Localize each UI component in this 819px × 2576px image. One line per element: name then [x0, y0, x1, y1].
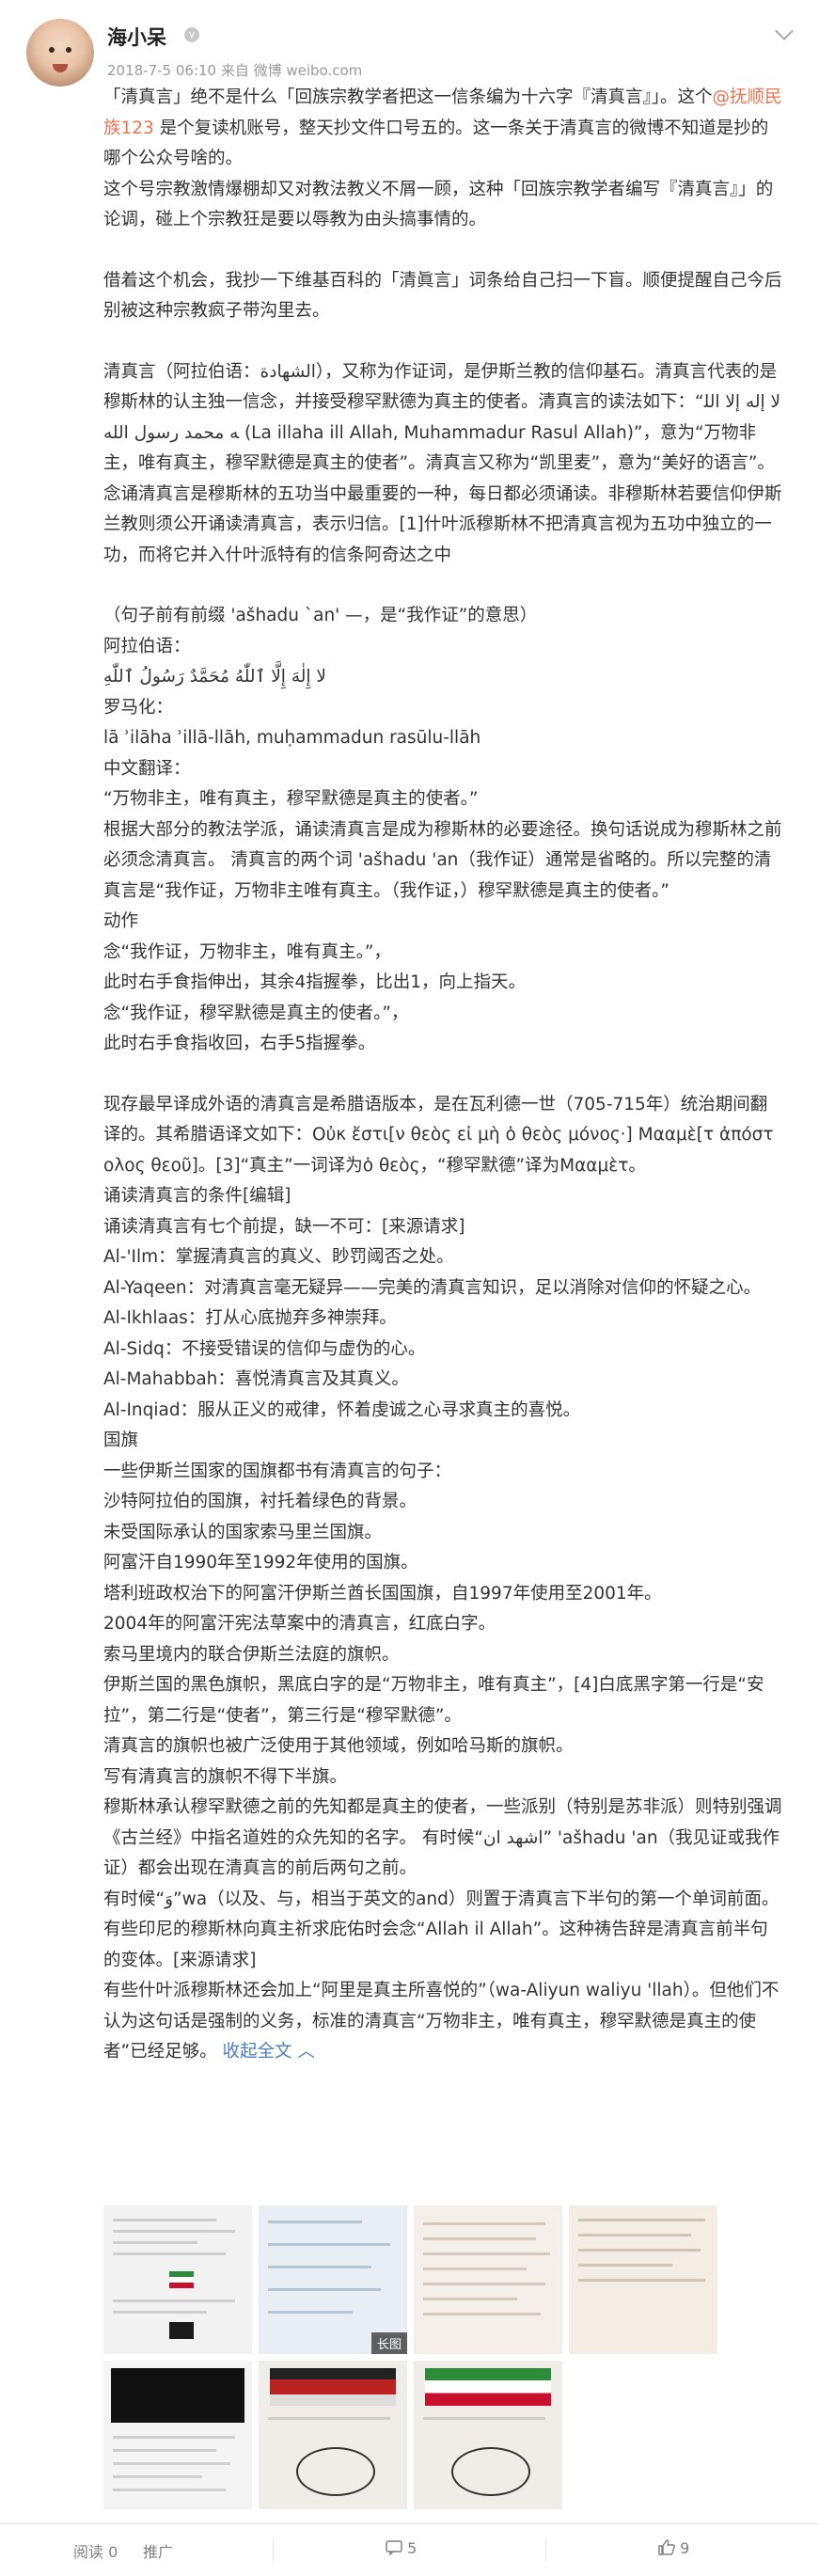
avatar-mouth [53, 64, 68, 72]
line: Al-Yaqeen：对清真言毫无疑异——完美的清真言知识，足以消除对信仰的怀疑之… [103, 1277, 762, 1298]
comment-count: 5 [407, 2539, 417, 2557]
line: Al-Inqiad：服从正义的戒律，怀着虔诚之心寻求真主的喜悦。 [103, 1399, 581, 1420]
post-body: 「清真言」绝不是什么「回族宗教学者把这一信条编为十六字『清真言』」。这个@抚顺民… [103, 83, 782, 2068]
username[interactable]: 海小呆 [107, 23, 166, 51]
paragraph: 这个号宗教激情爆棚却又对教法教义不屑一顾，这种「回族宗教学者编写『清真言』」的论… [103, 179, 774, 230]
line: lā ʾilāha ʾillā-llāh, muḥammadun rasūlu-… [103, 728, 481, 748]
line: 念“我作证，万物非主，唯有真主。”， [103, 941, 391, 962]
paragraph-last: 有些什叶派穆斯林还会加上“阿里是真主所喜悦的”（wa-Aliyun waliyu… [103, 1976, 782, 2068]
thumbs-up-icon [658, 2539, 675, 2555]
line: لا إِلٰهَ إِلَّا ٱللّٰهُ مُحَمَّدٌ رَسُو… [103, 667, 326, 687]
line: 有些印尼的穆斯林向真主祈求庇佑时会念“Allah il Allah”。这种祷告辞… [103, 1920, 768, 1970]
text: 有些什叶派穆斯林还会加上“阿里是真主所喜悦的”（wa-Aliyun waliyu… [103, 1981, 780, 2062]
line: 沙特阿拉伯的国旗，衬托着绿色的背景。 [103, 1492, 417, 1511]
seal-icon [451, 2447, 530, 2496]
line: 阿富汗自1990年至1992年使用的国旗。 [103, 1553, 418, 1572]
line: 中文翻译： [103, 758, 191, 779]
black-flag-icon [111, 2368, 244, 2423]
line: 清真言的旗帜也被广泛使用于其他领域，例如哈马斯的旗帜。 [103, 1736, 574, 1756]
line: 写有清真言的旗帜不得下半旗。 [103, 1766, 348, 1787]
avatar-eye [49, 47, 55, 53]
line: 动作 [103, 911, 139, 931]
image-thumbnail[interactable] [103, 2205, 252, 2354]
avatar-eye [66, 47, 71, 53]
image-thumbnail[interactable] [259, 2361, 407, 2509]
promote-button[interactable]: 推广 [143, 2539, 173, 2562]
line: 念“我作证，穆罕默德是真主的使者。”， [103, 1003, 409, 1023]
long-image-tag: 长图 [370, 2332, 407, 2354]
line: Al-Sidq：不接受错误的信仰与虚伪的心。 [103, 1338, 426, 1359]
comment-button[interactable]: 5 [386, 2539, 417, 2557]
line: 此时右手食指收回，右手5指握拳。 [103, 1034, 376, 1053]
weibo-post-card: 海小呆 v 2018-7-5 06:10 来自 微博 weibo.com 「清真… [0, 0, 819, 2575]
line: 阿拉伯语： [103, 636, 191, 656]
line: 索马里境内的联合伊斯兰法庭的旗帜。 [103, 1644, 400, 1665]
line: 此时右手食指伸出，其余4指握拳，比出1，向上指天。 [103, 972, 527, 992]
line: 诵读清真言有七个前提，缺一不可：[来源请求] [103, 1216, 465, 1237]
line: 现存最早译成外语的清真言是希腊语版本，是在瓦利德一世（705-715年）统治期间… [103, 1094, 774, 1176]
chevron-down-icon[interactable] [775, 22, 794, 40]
line: 罗马化： [103, 697, 174, 718]
paragraph: 清真言（阿拉伯语：الشهادة），又称为作证词，是伊斯兰教的信仰基石。清真言代… [103, 361, 782, 565]
post-header: 海小呆 v 2018-7-5 06:10 来自 微博 weibo.com [26, 19, 794, 87]
vip-badge-icon: v [184, 27, 199, 42]
line: 塔利班政权治下的阿富汗伊斯兰酋长国国旗，自1997年使用至2001年。 [103, 1583, 662, 1604]
flag-icon [270, 2368, 396, 2406]
line: 一些伊斯兰国家的国旗都书有清真言的句子： [103, 1461, 452, 1481]
line: 诵读清真言的条件[编辑] [103, 1186, 291, 1206]
line: Al-Ikhlaas：打从心底抛弃多神崇拜。 [103, 1308, 397, 1328]
image-thumbnail[interactable]: 长图 [259, 2205, 407, 2354]
line: 2004年的阿富汗宪法草案中的清真言，红底白字。 [103, 1614, 496, 1634]
line: “万物非主，唯有真主，穆罕默德是真主的使者。” [103, 789, 479, 809]
text: 是个复读机账号，整天抄文件口号五的。这一条关于清真言的微博不知道是抄的哪个公众号… [103, 118, 769, 169]
line: 穆斯林承认穆罕默德之前的先知都是真主的使者，一些派别（特别是苏非派）则特别强调《… [103, 1797, 782, 1878]
post-meta: 2018-7-5 06:10 来自 微博 weibo.com [107, 62, 363, 79]
image-thumbnail[interactable] [569, 2205, 717, 2354]
flag-icon [169, 2322, 194, 2339]
line: 国旗 [103, 1430, 139, 1450]
seal-icon [296, 2447, 375, 2496]
collapse-link[interactable]: 收起全文 [222, 2042, 291, 2062]
image-thumbnail[interactable] [414, 2361, 562, 2509]
image-thumbnail[interactable] [103, 2361, 252, 2509]
paragraph: 借着这个机会，我抄一下维基百科的「清眞言」词条给自己扫一下盲。顺便提醒自己今后别… [103, 270, 782, 322]
like-count: 9 [680, 2539, 690, 2557]
read-count: 阅读 0 [73, 2543, 118, 2561]
like-button[interactable]: 9 [658, 2539, 689, 2557]
line: 根据大部分的教法学派，诵读清真言是成为穆斯林的必要途径。换句话说成为穆斯林之前必… [103, 819, 782, 901]
chevron-up-icon[interactable]: ︿ [292, 2042, 315, 2062]
line: Al-'Ilm：掌握清真言的真义、眇罚阈否之处。 [103, 1247, 454, 1267]
avatar[interactable] [26, 19, 94, 87]
comment-icon [386, 2540, 402, 2556]
line: 伊斯兰国的黑色旗帜，黑底白字的是“万物非主，唯有真主”，[4]白底黑字第一行是“… [103, 1675, 764, 1726]
line: Al-Mahabbah：喜悦清真言及其真义。 [103, 1369, 409, 1389]
line: （句子前有前缀 'ašhadu `an' —，是“我作证”的意思） [103, 606, 538, 625]
line: 未受国际承认的国家索马里兰国旗。 [103, 1522, 383, 1542]
flag-icon [425, 2368, 551, 2406]
paragraph: 「清真言」绝不是什么「回族宗教学者把这一信条编为十六字『清真言』」。这个@抚顺民… [103, 83, 782, 175]
text: 「清真言」绝不是什么「回族宗教学者把这一信条编为十六字『清真言』」。这个 [103, 87, 713, 107]
post-footer: 阅读 0 推广 5 9 [0, 2523, 819, 2576]
line: 有时候“وَ”wa（以及、与，相当于英文的and）则置于清真言下半句的第一个单词… [103, 1889, 780, 1909]
image-thumbnail[interactable] [414, 2205, 562, 2354]
flag-icon [169, 2271, 194, 2288]
